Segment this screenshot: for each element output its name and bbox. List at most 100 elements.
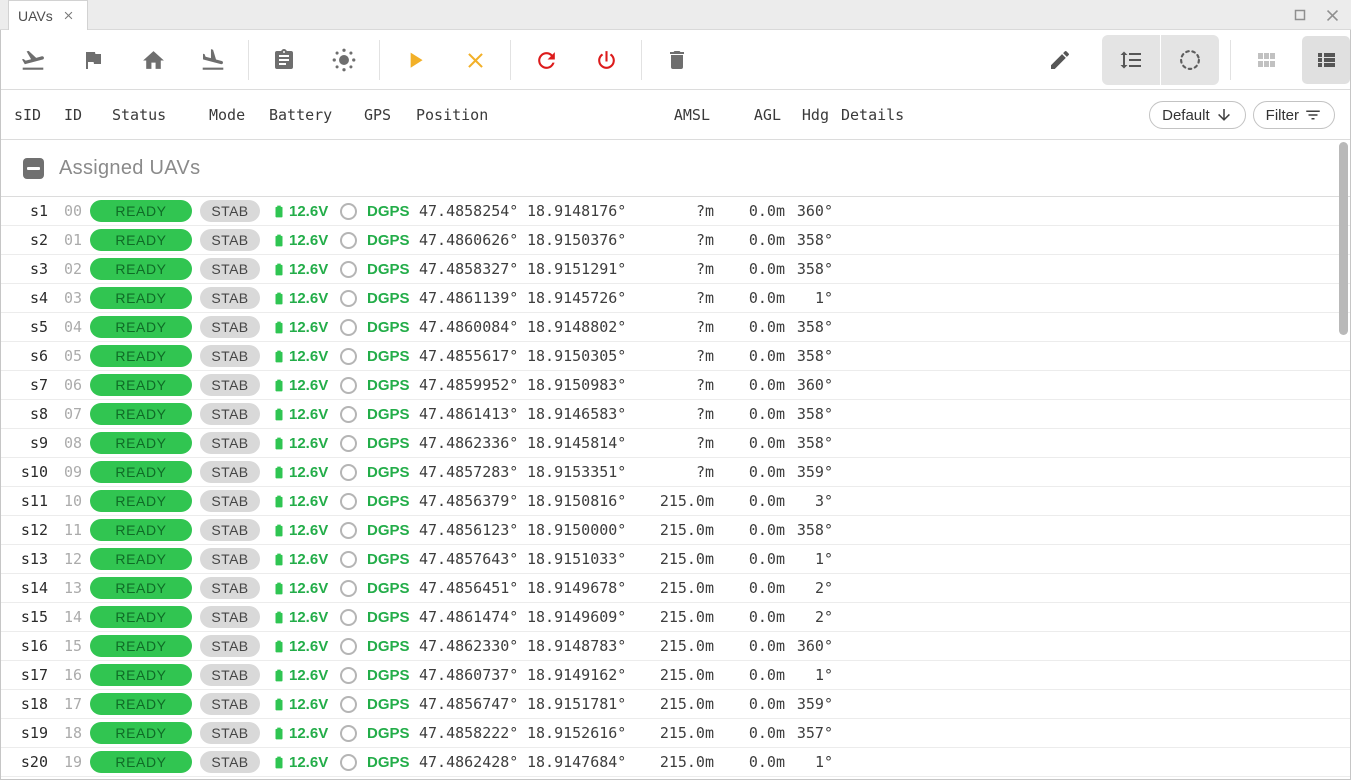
cancel-show-button[interactable] xyxy=(451,36,499,84)
amsl-value: 215.0m xyxy=(659,637,714,655)
latitude: 47.4860737° xyxy=(419,666,519,684)
uav-row[interactable]: s20 19 READY STAB 12.6V DGPS 47.4862428°… xyxy=(1,748,1350,777)
gps-fix-type: DGPS xyxy=(367,434,410,452)
battery-voltage: 12.6V xyxy=(289,434,329,452)
uav-row[interactable]: s9 08 READY STAB 12.6V DGPS 47.4862336° … xyxy=(1,429,1350,458)
latitude: 47.4856123° xyxy=(419,521,519,539)
gps-fix-type: DGPS xyxy=(367,318,410,336)
column-battery: Battery xyxy=(269,105,333,124)
mode-badge: STAB xyxy=(200,577,260,599)
list-view-button[interactable] xyxy=(1302,36,1350,84)
uav-row[interactable]: s3 02 READY STAB 12.6V DGPS 47.4858327° … xyxy=(1,255,1350,284)
checklist-button[interactable] xyxy=(260,36,308,84)
arrow-down-icon xyxy=(1217,109,1230,121)
uav-id: 02 xyxy=(64,260,83,278)
longitude: 18.9151033° xyxy=(527,550,627,568)
land-button[interactable] xyxy=(189,36,237,84)
tab-uavs[interactable]: UAVs xyxy=(8,0,88,30)
latitude: 47.4858327° xyxy=(419,260,519,278)
uav-row[interactable]: s17 16 READY STAB 12.6V DGPS 47.4860737°… xyxy=(1,661,1350,690)
gps-fix-type: DGPS xyxy=(367,202,410,220)
amsl-value: ?m xyxy=(695,289,714,307)
agl-value: 0.0m xyxy=(748,521,785,539)
battery-voltage: 12.6V xyxy=(289,318,329,336)
status-badge: READY xyxy=(90,635,192,657)
uav-row[interactable]: s4 03 READY STAB 12.6V DGPS 47.4861139° … xyxy=(1,284,1350,313)
status-badge: READY xyxy=(90,519,192,541)
uav-row[interactable]: s14 13 READY STAB 12.6V DGPS 47.4856451°… xyxy=(1,574,1350,603)
uav-sid: s7 xyxy=(29,376,48,394)
column-gps: GPS xyxy=(364,105,392,124)
mode-badge: STAB xyxy=(200,374,260,396)
uav-row[interactable]: s7 06 READY STAB 12.6V DGPS 47.4859952° … xyxy=(1,371,1350,400)
mode-badge: STAB xyxy=(200,287,260,309)
uav-row[interactable]: s18 17 READY STAB 12.6V DGPS 47.4856747°… xyxy=(1,690,1350,719)
battery-voltage: 12.6V xyxy=(289,521,329,539)
longitude: 18.9153351° xyxy=(527,463,627,481)
status-badge: READY xyxy=(90,374,192,396)
sort-preset-chip[interactable]: Default xyxy=(1149,101,1246,129)
uav-row[interactable]: s10 09 READY STAB 12.6V DGPS 47.4857283°… xyxy=(1,458,1350,487)
longitude: 18.9145814° xyxy=(527,434,627,452)
light-mode-button[interactable] xyxy=(320,36,368,84)
uav-row[interactable]: s5 04 READY STAB 12.6V DGPS 47.4860084° … xyxy=(1,313,1350,342)
takeoff-icon xyxy=(21,50,44,70)
battery-icon xyxy=(275,582,283,594)
uav-row[interactable]: s6 05 READY STAB 12.6V DGPS 47.4855617° … xyxy=(1,342,1350,371)
section-title: Assigned UAVs xyxy=(59,156,201,179)
heading-value: 358° xyxy=(796,521,833,539)
close-button[interactable] xyxy=(1321,4,1343,26)
uav-row[interactable]: s12 11 READY STAB 12.6V DGPS 47.4856123°… xyxy=(1,516,1350,545)
flag-button[interactable] xyxy=(69,36,117,84)
longitude: 18.9148176° xyxy=(527,202,627,220)
tab-close-icon[interactable] xyxy=(62,9,75,22)
latitude: 47.4862336° xyxy=(419,434,519,452)
battery-voltage: 12.6V xyxy=(289,579,329,597)
collapse-section-icon[interactable] xyxy=(23,157,44,179)
uav-row[interactable]: s11 10 READY STAB 12.6V DGPS 47.4856379°… xyxy=(1,487,1350,516)
pencil-icon xyxy=(1051,50,1070,69)
vertical-scrollbar-thumb[interactable] xyxy=(1339,142,1348,335)
latitude: 47.4857643° xyxy=(419,550,519,568)
agl-value: 0.0m xyxy=(748,666,785,684)
gps-fix-circle-icon xyxy=(340,318,357,336)
longitude: 18.9148802° xyxy=(527,318,627,336)
sort-button[interactable] xyxy=(1102,35,1160,85)
selection-mode-button[interactable] xyxy=(1161,35,1219,85)
status-badge: READY xyxy=(90,577,192,599)
amsl-value: 215.0m xyxy=(659,550,714,568)
mode-badge: STAB xyxy=(200,635,260,657)
battery-cell: 12.6V xyxy=(272,550,338,569)
uav-sid: s14 xyxy=(20,579,48,597)
status-badge: READY xyxy=(90,606,192,628)
filter-chip[interactable]: Filter xyxy=(1252,101,1335,129)
uav-id: 06 xyxy=(64,376,83,394)
uav-row[interactable]: s1 00 READY STAB 12.6V DGPS 47.4858254° … xyxy=(1,197,1350,226)
battery-cell: 12.6V xyxy=(272,376,338,395)
takeoff-button[interactable] xyxy=(9,36,57,84)
power-off-button[interactable] xyxy=(582,36,630,84)
edit-button[interactable] xyxy=(1036,36,1084,84)
reboot-button[interactable] xyxy=(522,36,570,84)
uav-id: 12 xyxy=(64,550,83,568)
uav-row[interactable]: s2 01 READY STAB 12.6V DGPS 47.4860626° … xyxy=(1,226,1350,255)
column-sid: sID xyxy=(14,105,42,124)
uav-row[interactable]: s13 12 READY STAB 12.6V DGPS 47.4857643°… xyxy=(1,545,1350,574)
start-show-button[interactable] xyxy=(391,36,439,84)
maximize-button[interactable] xyxy=(1289,4,1311,26)
home-button[interactable] xyxy=(129,36,177,84)
uav-row[interactable]: s15 14 READY STAB 12.6V DGPS 47.4861474°… xyxy=(1,603,1350,632)
gps-fix-circle-icon xyxy=(340,405,357,423)
agl-value: 0.0m xyxy=(748,376,785,394)
toolbar-divider xyxy=(641,40,642,80)
uav-row[interactable]: s8 07 READY STAB 12.6V DGPS 47.4861413° … xyxy=(1,400,1350,429)
gps-fix-type: DGPS xyxy=(367,579,410,597)
amsl-value: ?m xyxy=(695,202,714,220)
column-hdg: Hdg xyxy=(801,105,829,124)
uav-row[interactable]: s19 18 READY STAB 12.6V DGPS 47.4858222°… xyxy=(1,719,1350,748)
remove-button[interactable] xyxy=(653,36,701,84)
uav-id: 04 xyxy=(64,318,83,336)
uav-row[interactable]: s16 15 READY STAB 12.6V DGPS 47.4862330°… xyxy=(1,632,1350,661)
grid-view-button[interactable] xyxy=(1242,36,1290,84)
uav-id: 15 xyxy=(64,637,83,655)
